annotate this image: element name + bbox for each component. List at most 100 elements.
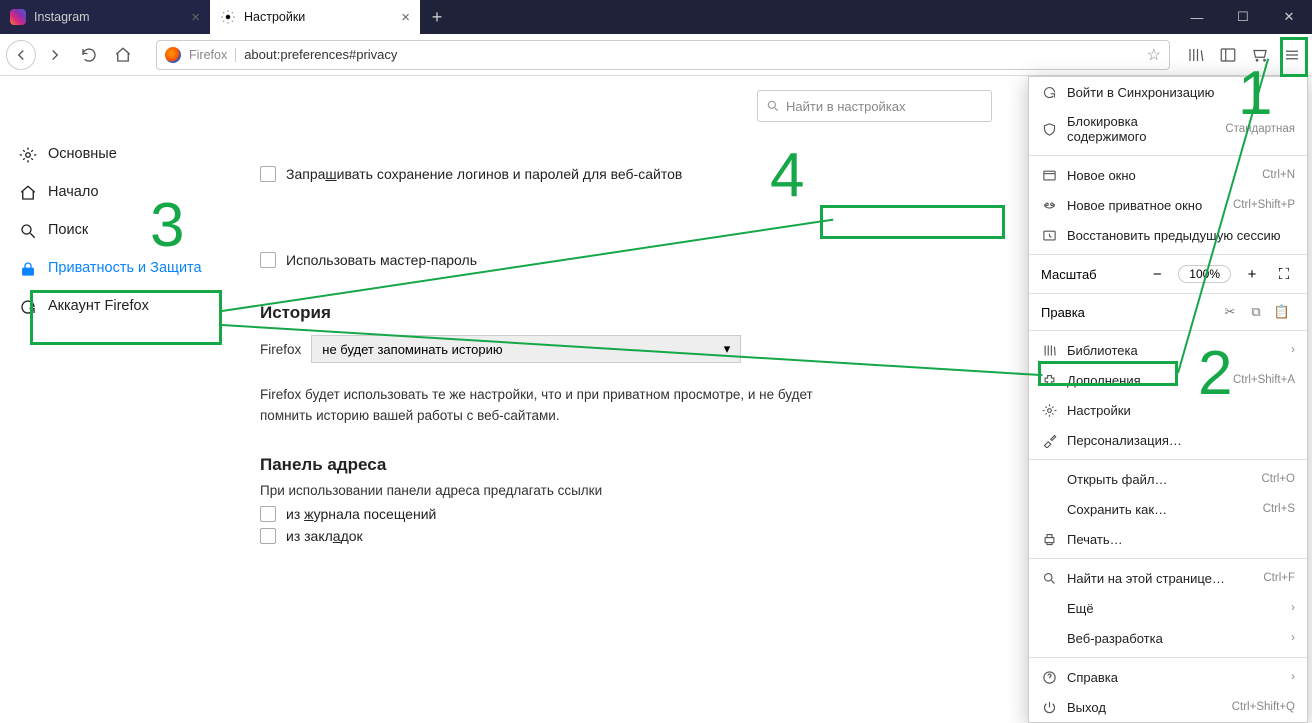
menu-separator xyxy=(1029,155,1307,156)
menu-label: Новое окно xyxy=(1067,168,1136,183)
shield-icon xyxy=(1041,121,1057,137)
window-controls: — ☐ ✕ xyxy=(1174,0,1312,34)
close-icon[interactable]: × xyxy=(191,9,200,26)
select-value: не будет запоминать историю xyxy=(322,342,502,357)
menu-label: Выход xyxy=(1067,700,1106,715)
print-icon xyxy=(1041,531,1057,547)
browser-tab-instagram[interactable]: Instagram × xyxy=(0,0,210,34)
sidebar-item-privacy[interactable]: Приватность и Защита xyxy=(0,250,230,288)
menu-item-webdev[interactable]: Веб-разработка › xyxy=(1029,623,1307,653)
menu-item-help[interactable]: Справка › xyxy=(1029,662,1307,692)
help-icon xyxy=(1041,669,1057,685)
checkbox-label: Использовать мастер-пароль xyxy=(286,252,477,268)
menu-label: Войти в Синхронизацию xyxy=(1067,85,1214,100)
shortcut: Ctrl+Shift+P xyxy=(1233,199,1295,211)
firefox-icon xyxy=(165,47,181,63)
sidebar-item-home[interactable]: Начало xyxy=(0,174,230,212)
zoom-in-button[interactable]: + xyxy=(1241,266,1263,283)
lock-icon xyxy=(18,259,38,279)
close-icon[interactable]: × xyxy=(401,9,410,26)
restore-icon xyxy=(1041,227,1057,243)
menu-item-find[interactable]: Найти на этой странице… Ctrl+F xyxy=(1029,563,1307,593)
menu-label: Настройки xyxy=(1067,403,1131,418)
sidebar-item-label: Приватность и Защита xyxy=(48,260,202,277)
tab-title: Instagram xyxy=(34,10,90,24)
menu-label: Найти на этой странице… xyxy=(1067,571,1225,586)
address-bar[interactable]: Firefox about:preferences#privacy ☆ xyxy=(156,40,1170,70)
maximize-button[interactable]: ☐ xyxy=(1220,0,1266,34)
menu-item-print[interactable]: Печать… xyxy=(1029,524,1307,554)
menu-separator xyxy=(1029,459,1307,460)
shortcut: Ctrl+Shift+Q xyxy=(1232,701,1295,713)
history-description: Firefox будет использовать те же настрой… xyxy=(260,385,820,427)
edit-label: Правка xyxy=(1041,305,1217,320)
menu-item-settings[interactable]: Настройки xyxy=(1029,395,1307,425)
menu-label: Персонализация… xyxy=(1067,433,1182,448)
menu-label: Открыть файл… xyxy=(1067,472,1167,487)
menu-item-restore[interactable]: Восстановить предыдущую сессию xyxy=(1029,220,1307,250)
chevron-right-icon: › xyxy=(1291,671,1295,683)
menu-separator xyxy=(1029,657,1307,658)
sidebar-item-label: Основные xyxy=(48,146,117,163)
library-icon[interactable] xyxy=(1182,41,1210,69)
checkbox-label: Запрашивать сохранение логинов и паролей… xyxy=(286,166,682,182)
copy-icon[interactable]: ⧉ xyxy=(1243,304,1269,320)
menu-item-new-window[interactable]: Новое окно Ctrl+N xyxy=(1029,160,1307,190)
new-tab-button[interactable]: + xyxy=(420,0,454,34)
checkbox-master-password[interactable]: Использовать мастер-пароль xyxy=(260,252,477,268)
menu-item-more[interactable]: Ещё › xyxy=(1029,593,1307,623)
preferences-sidebar: Основные Начало Поиск Приватность и Защи… xyxy=(0,76,230,648)
reload-button[interactable] xyxy=(74,40,104,70)
menu-label: Блокировка содержимого xyxy=(1067,114,1215,144)
search-input[interactable]: Найти в настройках xyxy=(757,90,992,122)
url-identity: Firefox xyxy=(189,48,236,62)
bookmark-star-icon[interactable]: ☆ xyxy=(1147,45,1161,65)
checkbox-icon xyxy=(260,528,276,544)
fullscreen-button[interactable]: ⛶ xyxy=(1273,266,1295,283)
menu-item-new-private[interactable]: Новое приватное окно Ctrl+Shift+P xyxy=(1029,190,1307,220)
zoom-value: 100% xyxy=(1178,265,1231,283)
blank-icon xyxy=(1041,501,1057,517)
annotation-number-3: 3 xyxy=(150,190,184,261)
sidebar-item-account[interactable]: Аккаунт Firefox xyxy=(0,288,230,326)
sidebar-item-general[interactable]: Основные xyxy=(0,136,230,174)
url-text: about:preferences#privacy xyxy=(244,47,397,62)
menu-separator xyxy=(1029,293,1307,294)
menu-separator xyxy=(1029,330,1307,331)
blank-icon xyxy=(1041,600,1057,616)
annotation-number-2: 2 xyxy=(1198,338,1232,409)
menu-item-customize[interactable]: Персонализация… xyxy=(1029,425,1307,455)
chevron-right-icon: › xyxy=(1291,344,1295,356)
annotation-number-4: 4 xyxy=(770,140,804,211)
minimize-button[interactable]: — xyxy=(1174,0,1220,34)
sidebar-item-label: Аккаунт Firefox xyxy=(48,298,149,315)
zoom-out-button[interactable]: − xyxy=(1146,266,1168,283)
menu-item-save-as[interactable]: Сохранить как… Ctrl+S xyxy=(1029,494,1307,524)
menu-label: Библиотека xyxy=(1067,343,1138,358)
menu-item-open-file[interactable]: Открыть файл… Ctrl+O xyxy=(1029,464,1307,494)
menu-label: Веб-разработка xyxy=(1067,631,1163,646)
menu-item-library[interactable]: Библиотека › xyxy=(1029,335,1307,365)
hamburger-menu: Войти в Синхронизацию Блокировка содержи… xyxy=(1028,76,1308,723)
back-button[interactable] xyxy=(6,40,36,70)
checkbox-icon xyxy=(260,506,276,522)
tab-title: Настройки xyxy=(244,10,305,24)
forward-button[interactable] xyxy=(40,40,70,70)
puzzle-icon xyxy=(1041,372,1057,388)
menu-label: Ещё xyxy=(1067,601,1094,616)
home-button[interactable] xyxy=(108,40,138,70)
sidebar-item-search[interactable]: Поиск xyxy=(0,212,230,250)
browser-tab-bar: Instagram × Настройки × + — ☐ ✕ xyxy=(0,0,1312,34)
close-window-button[interactable]: ✕ xyxy=(1266,0,1312,34)
browser-tab-settings[interactable]: Настройки × xyxy=(210,0,420,34)
paste-icon[interactable]: 📋 xyxy=(1269,304,1295,320)
cut-icon[interactable]: ✂ xyxy=(1217,304,1243,320)
checkbox-ask-save-logins[interactable]: Запрашивать сохранение логинов и паролей… xyxy=(260,166,682,182)
menu-label: Восстановить предыдущую сессию xyxy=(1067,228,1281,243)
hamburger-menu-button[interactable] xyxy=(1278,41,1306,69)
menu-separator xyxy=(1029,558,1307,559)
history-mode-select[interactable]: не будет запоминать историю ▾ xyxy=(311,335,741,363)
menu-item-addons[interactable]: Дополнения Ctrl+Shift+A xyxy=(1029,365,1307,395)
menu-item-exit[interactable]: Выход Ctrl+Shift+Q xyxy=(1029,692,1307,722)
menu-zoom-row: Масштаб − 100% + ⛶ xyxy=(1029,259,1307,289)
